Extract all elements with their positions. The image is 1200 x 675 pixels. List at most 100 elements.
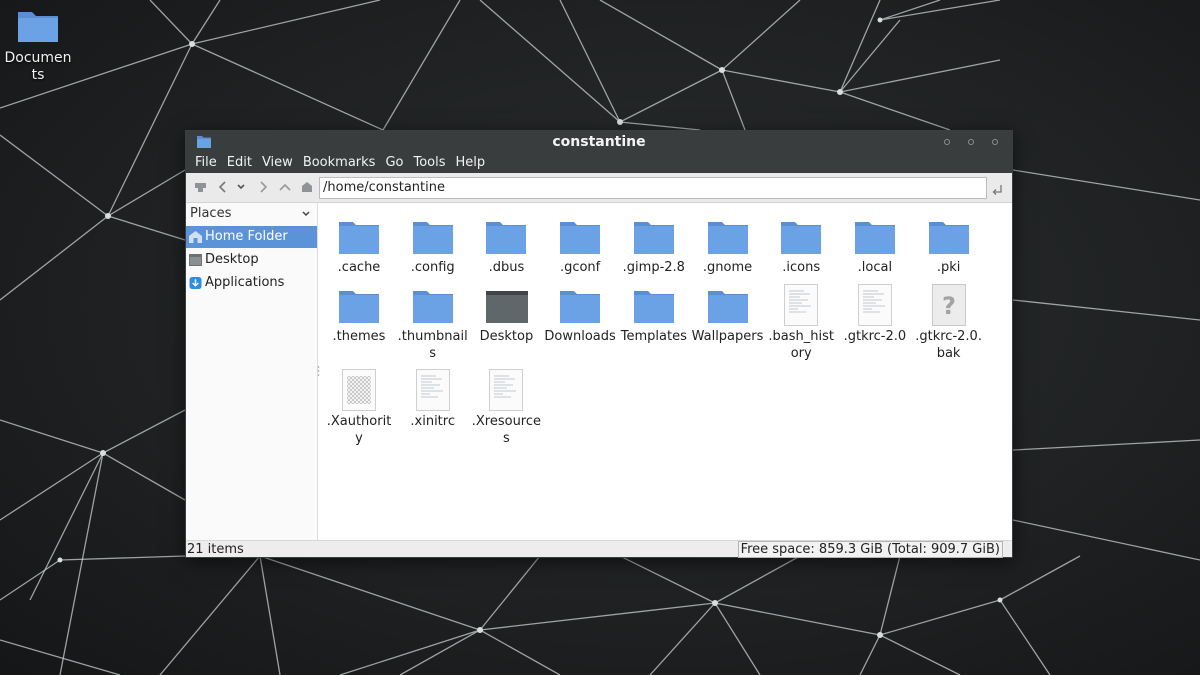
file-item[interactable]: .pki: [913, 211, 985, 276]
file-item[interactable]: ? .gtkrc-2.0.bak: [913, 280, 985, 362]
forward-icon[interactable]: [257, 179, 269, 195]
file-name: .bash_history: [768, 329, 834, 361]
sidebar-item-home-folder[interactable]: Home Folder: [186, 226, 317, 248]
dropdown-icon[interactable]: [236, 179, 246, 195]
svg-text:?: ?: [942, 292, 956, 320]
file-name: .gimp-2.8: [622, 260, 685, 275]
file-name: .themes: [332, 329, 386, 344]
file-item[interactable]: .thumbnails: [397, 280, 469, 362]
back-icon[interactable]: [217, 179, 229, 195]
folder-icon: [765, 211, 837, 259]
file-item[interactable]: .Xauthority: [323, 365, 395, 447]
places-header[interactable]: Places: [186, 203, 317, 225]
folder-icon: [544, 211, 616, 259]
sidebar-item-label: Applications: [205, 275, 285, 290]
file-item[interactable]: .gimp-2.8: [618, 211, 690, 276]
folder-icon: [618, 211, 690, 259]
home-icon[interactable]: [300, 179, 314, 195]
folder-icon: [618, 280, 690, 328]
folder-icon: [470, 211, 542, 259]
file-name: .gconf: [559, 260, 601, 275]
sidebar-item-label: Desktop: [205, 252, 259, 267]
sidebar-item-applications[interactable]: Applications: [186, 272, 317, 294]
file-item[interactable]: Templates: [618, 280, 690, 345]
file-name: Downloads: [544, 329, 616, 344]
up-icon[interactable]: [278, 179, 292, 195]
desktop-icon-documents[interactable]: Documents: [4, 8, 72, 84]
file-item[interactable]: .cache: [323, 211, 395, 276]
file-name: Desktop: [479, 329, 534, 344]
toolbar: /home/constantine: [186, 173, 1012, 203]
file-item[interactable]: .icons: [765, 211, 837, 276]
file-name: .thumbnails: [397, 329, 468, 361]
menu-edit[interactable]: Edit: [222, 153, 257, 173]
file-item[interactable]: .xinitrc: [397, 365, 469, 430]
file-item[interactable]: .bash_history: [765, 280, 837, 362]
file-name: .pki: [936, 260, 961, 275]
menu-bookmarks[interactable]: Bookmarks: [298, 153, 381, 173]
file-view: .cache .config .dbus .gconf .gimp-2.8 .gnome.…: [320, 203, 1012, 540]
file-item[interactable]: .gtkrc-2.0: [839, 280, 911, 345]
file-name: .icons: [782, 260, 821, 275]
file-name: Templates: [620, 329, 687, 344]
window-title: constantine: [552, 134, 646, 150]
desktop-icon: [189, 254, 202, 266]
folder-icon: [16, 8, 60, 44]
file-item[interactable]: Downloads: [544, 280, 616, 345]
title-bar: constantine: [186, 131, 1012, 153]
file-item[interactable]: Desktop: [470, 280, 542, 345]
location-bar[interactable]: /home/constantine: [319, 177, 987, 199]
folder-icon: [323, 280, 395, 328]
file-item[interactable]: .dbus: [470, 211, 542, 276]
file-item[interactable]: .themes: [323, 280, 395, 345]
folder-icon: [397, 280, 469, 328]
folder-icon: [323, 211, 395, 259]
file-item[interactable]: Wallpapers: [692, 280, 764, 345]
minimize-button[interactable]: [944, 139, 950, 145]
text-file-icon: [397, 365, 469, 413]
folder-icon: [692, 211, 764, 259]
chevron-down-icon: [302, 211, 310, 217]
drive-icon[interactable]: [193, 179, 207, 195]
text-file-icon: [470, 365, 542, 413]
folder-icon: [692, 280, 764, 328]
unknown-file-icon: ?: [913, 280, 985, 328]
file-item[interactable]: .local: [839, 211, 911, 276]
file-name: Wallpapers: [691, 329, 764, 344]
folder-icon: [839, 211, 911, 259]
file-item[interactable]: .gconf: [544, 211, 616, 276]
file-name: .xinitrc: [410, 414, 455, 429]
folder-icon: [544, 280, 616, 328]
menu-go[interactable]: Go: [380, 153, 408, 173]
places-header-label: Places: [190, 206, 232, 221]
file-item[interactable]: .gnome: [692, 211, 764, 276]
file-name: .config: [410, 260, 455, 275]
menu-view[interactable]: View: [257, 153, 298, 173]
home-icon: [189, 231, 202, 243]
menu-file[interactable]: File: [190, 153, 222, 173]
maximize-button[interactable]: [968, 139, 974, 145]
item-count: 21 items: [187, 542, 244, 557]
folder-icon: [397, 211, 469, 259]
status-bar: 21 items Free space: 859.3 GiB (Total: 9…: [186, 540, 1012, 558]
free-space: Free space: 859.3 GiB (Total: 909.7 GiB): [737, 541, 1003, 558]
binary-file-icon: [323, 365, 395, 413]
folder-icon: [913, 211, 985, 259]
file-manager-window: constantine File Edit View Bookmarks Go …: [185, 130, 1013, 558]
file-name: .gnome: [702, 260, 753, 275]
close-button[interactable]: [992, 139, 998, 145]
applications-icon: [189, 277, 202, 289]
file-name: .Xauthority: [326, 414, 392, 446]
file-name: .local: [857, 260, 893, 275]
sidebar-item-label: Home Folder: [205, 229, 288, 244]
places-sidebar: Places Home Folder Desktop Applications: [186, 203, 318, 540]
file-item[interactable]: .config: [397, 211, 469, 276]
file-name: .gtkrc-2.0.bak: [915, 329, 982, 361]
menu-tools[interactable]: Tools: [408, 153, 450, 173]
desktop-icon-label: Documents: [4, 50, 72, 83]
menu-help[interactable]: Help: [451, 153, 491, 173]
desktop-folder-icon: [470, 280, 542, 328]
file-item[interactable]: .Xresources: [470, 365, 542, 447]
go-arrow-icon[interactable]: [991, 181, 1003, 195]
sidebar-item-desktop[interactable]: Desktop: [186, 249, 317, 271]
